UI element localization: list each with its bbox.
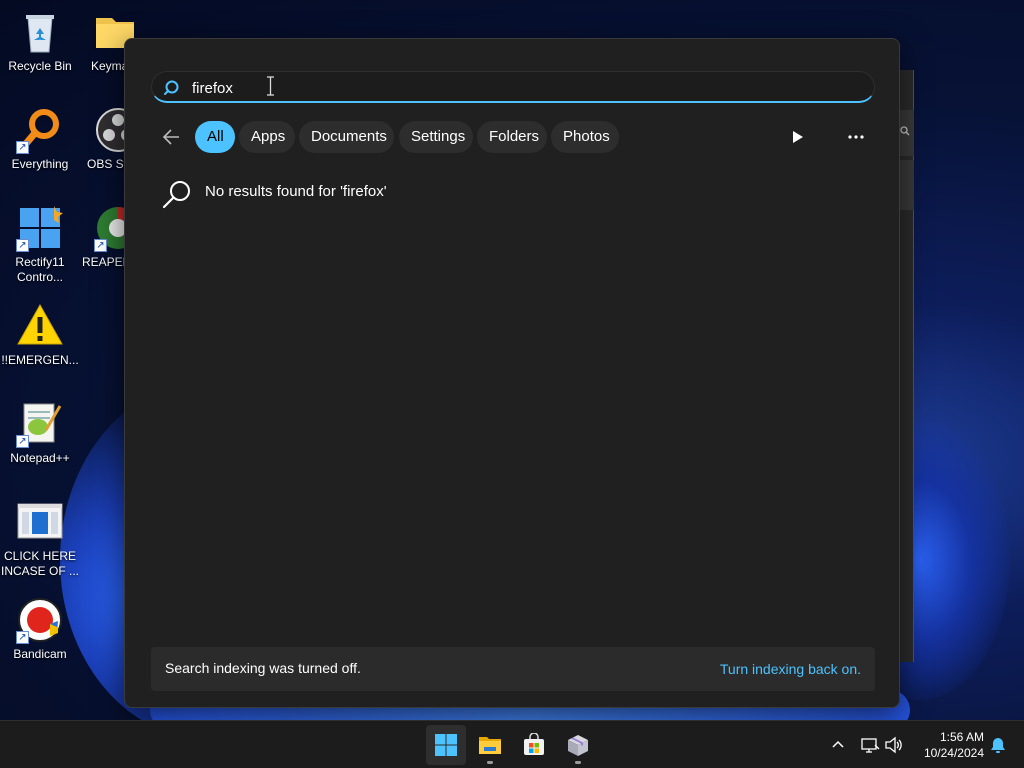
indexing-message: Search indexing was turned off.: [165, 660, 361, 676]
no-results-text: No results found for 'firefox': [205, 183, 387, 200]
desktop-icon-emergency[interactable]: !!EMERGEN...: [0, 302, 80, 368]
desktop-icon-label: Everything: [11, 157, 69, 171]
turn-indexing-on-link[interactable]: Turn indexing back on.: [720, 661, 861, 677]
desktop-icon-recycle-bin[interactable]: Recycle Bin: [0, 8, 80, 74]
filter-folders[interactable]: Folders: [477, 121, 547, 153]
desktop-icon-bandicam[interactable]: ↗ Bandicam: [0, 596, 80, 662]
back-arrow-icon[interactable]: [159, 125, 187, 149]
play-icon[interactable]: [787, 127, 807, 147]
filter-documents[interactable]: Documents: [299, 121, 394, 153]
system-clock[interactable]: 1:56 AM 10/24/2024: [914, 729, 984, 761]
shortcut-arrow-icon: ↗: [16, 239, 29, 252]
search-large-icon: [162, 181, 190, 209]
filter-all[interactable]: All: [195, 121, 235, 153]
taskbar: 1:56 AM 10/24/2024: [0, 720, 1024, 768]
desktop-icon-rectify11[interactable]: ↗ Rectify11 Contro...: [0, 204, 80, 285]
desktop-icon-label: Rectify11 Contro...: [15, 255, 65, 284]
clock-date: 10/24/2024: [923, 746, 984, 760]
file-explorer-icon: [479, 737, 501, 754]
desktop-icon-label: CLICK HERE INCASE OF ...: [0, 549, 79, 578]
desktop-icon-click-here[interactable]: CLICK HERE INCASE OF ...: [0, 498, 80, 579]
filter-photos[interactable]: Photos: [551, 121, 619, 153]
clock-time: 1:56 AM: [939, 730, 984, 744]
desktop-icon-label: !!EMERGEN...: [1, 353, 79, 367]
shortcut-arrow-icon: ↗: [16, 141, 29, 154]
desktop-icon-label: Bandicam: [13, 647, 67, 661]
search-input[interactable]: [192, 77, 792, 99]
search-icon: [900, 126, 910, 136]
shortcut-arrow-icon: ↗: [16, 631, 29, 644]
search-panel: All Apps Documents Settings Folders Phot…: [124, 38, 900, 708]
shortcut-arrow-icon: ↗: [94, 239, 107, 252]
warning-icon: [16, 302, 64, 350]
shortcut-arrow-icon: ↗: [16, 435, 29, 448]
no-results-row: No results found for 'firefox': [161, 179, 661, 215]
search-icon: [164, 80, 179, 95]
taskbar-package-app[interactable]: [558, 725, 598, 765]
bell-icon[interactable]: [988, 735, 1008, 755]
filter-row: All Apps Documents Settings Folders Phot…: [159, 121, 869, 153]
start-icon: [435, 734, 457, 756]
notepad-plus-plus-icon: ↗: [16, 400, 64, 448]
rectify11-icon: ↗: [16, 204, 64, 252]
microsoft-store-icon: [524, 733, 544, 755]
document-icon: [16, 498, 64, 546]
network-icon[interactable]: [860, 735, 880, 755]
text-cursor-icon: [267, 76, 274, 96]
desktop-icon-everything[interactable]: ↗ Everything: [0, 106, 80, 172]
more-options-icon[interactable]: [841, 125, 871, 149]
taskbar-file-explorer[interactable]: [470, 725, 510, 765]
filter-apps[interactable]: Apps: [239, 121, 295, 153]
everything-magnifier-icon: ↗: [16, 106, 64, 154]
package-icon: [568, 735, 588, 756]
chevron-up-icon[interactable]: [828, 735, 848, 755]
start-button[interactable]: [426, 725, 466, 765]
search-box[interactable]: [151, 71, 875, 103]
running-indicator: [575, 761, 581, 764]
recycle-bin-icon: [16, 8, 64, 56]
running-indicator: [487, 761, 493, 764]
taskbar-microsoft-store[interactable]: [514, 725, 554, 765]
indexing-bar: Search indexing was turned off. Turn ind…: [151, 647, 875, 691]
volume-icon[interactable]: [884, 735, 904, 755]
bandicam-icon: ↗: [16, 596, 64, 644]
desktop-icon-label: Notepad++: [10, 451, 70, 465]
filter-settings[interactable]: Settings: [399, 121, 473, 153]
desktop-icon-label: Recycle Bin: [8, 59, 72, 73]
desktop-icon-notepadpp[interactable]: ↗ Notepad++: [0, 400, 80, 466]
